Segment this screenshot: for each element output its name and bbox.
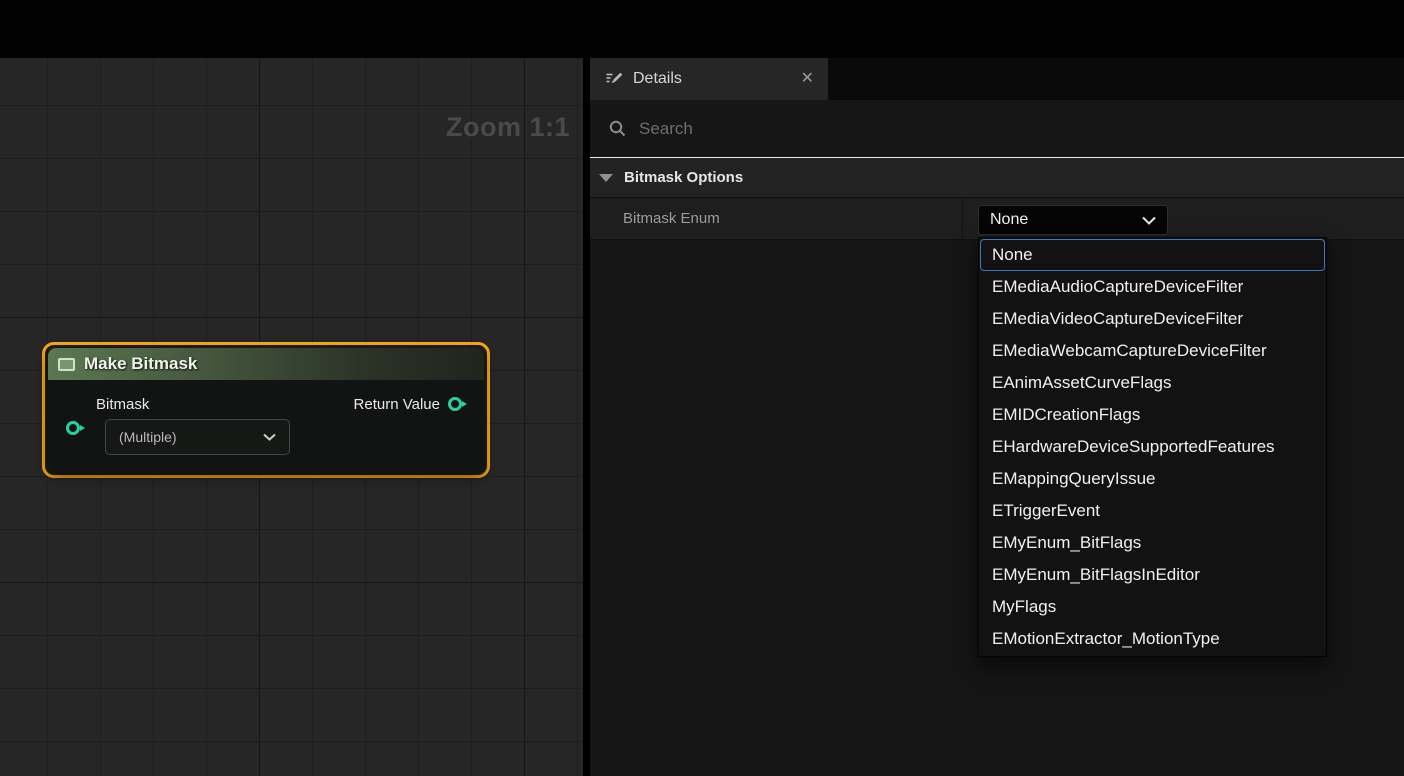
dropdown-option[interactable]: EMediaWebcamCaptureDeviceFilter bbox=[980, 335, 1325, 367]
tab-strip: Details ✕ bbox=[590, 58, 1404, 100]
make-struct-icon bbox=[58, 358, 75, 371]
search-bar[interactable] bbox=[590, 100, 1404, 158]
dropdown-option[interactable]: MyFlags bbox=[980, 591, 1325, 623]
details-panel: Details ✕ Bitmask Options Bitmask Enum N… bbox=[590, 58, 1404, 776]
dropdown-value: (Multiple) bbox=[119, 429, 177, 445]
collapse-arrow-icon[interactable] bbox=[599, 174, 613, 182]
dropdown-option[interactable]: EHardwareDeviceSupportedFeatures bbox=[980, 431, 1325, 463]
zoom-level-label: Zoom 1:1 bbox=[446, 112, 570, 143]
dropdown-option[interactable]: EMediaAudioCaptureDeviceFilter bbox=[980, 271, 1325, 303]
node-frame: Make Bitmask Bitmask (Multiple) Return V… bbox=[48, 348, 484, 472]
chevron-down-icon bbox=[263, 433, 276, 441]
panel-divider[interactable] bbox=[583, 58, 590, 776]
dropdown-option[interactable]: EMotionExtractor_MotionType bbox=[980, 623, 1325, 655]
tab-details[interactable]: Details ✕ bbox=[590, 58, 828, 100]
details-tab-icon bbox=[604, 70, 622, 88]
close-icon[interactable]: ✕ bbox=[801, 71, 814, 87]
top-toolbar bbox=[0, 0, 1404, 58]
dropdown-option[interactable]: EMIDCreationFlags bbox=[980, 399, 1325, 431]
section-bitmask-options[interactable]: Bitmask Options bbox=[590, 158, 1404, 198]
dropdown-option[interactable]: EMediaVideoCaptureDeviceFilter bbox=[980, 303, 1325, 335]
dropdown-option[interactable]: EMappingQueryIssue bbox=[980, 463, 1325, 495]
property-row-bitmask-enum: Bitmask Enum None bbox=[590, 198, 1404, 240]
bitmask-default-value-dropdown[interactable]: (Multiple) bbox=[105, 419, 290, 455]
blueprint-graph-canvas[interactable]: Zoom 1:1 Make Bitmask Bitmask (Multiple)… bbox=[0, 58, 583, 776]
column-divider[interactable] bbox=[962, 198, 963, 240]
node-title: Make Bitmask bbox=[84, 354, 197, 374]
bitmask-enum-dropdown[interactable]: None bbox=[978, 205, 1168, 235]
output-pin-label: Return Value bbox=[354, 396, 440, 413]
dropdown-option[interactable]: ETriggerEvent bbox=[980, 495, 1325, 527]
unreal-editor-window: Zoom 1:1 Make Bitmask Bitmask (Multiple)… bbox=[0, 0, 1404, 776]
make-bitmask-node[interactable]: Make Bitmask Bitmask (Multiple) Return V… bbox=[42, 342, 490, 478]
enum-dropdown-popup: None EMediaAudioCaptureDeviceFilter EMed… bbox=[978, 237, 1327, 657]
dropdown-option[interactable]: EAnimAssetCurveFlags bbox=[980, 367, 1325, 399]
return-value-output-pin[interactable] bbox=[448, 397, 462, 411]
node-header: Make Bitmask bbox=[48, 348, 484, 380]
bitmask-input-pin[interactable] bbox=[66, 421, 80, 435]
dropdown-option[interactable]: EMyEnum_BitFlags bbox=[980, 527, 1325, 559]
chevron-down-icon bbox=[1142, 216, 1156, 225]
section-title: Bitmask Options bbox=[624, 169, 743, 186]
tab-title: Details bbox=[633, 70, 682, 88]
bitmask-enum-value: None bbox=[990, 211, 1028, 229]
search-icon bbox=[608, 119, 627, 138]
input-pin-label: Bitmask bbox=[96, 396, 149, 413]
dropdown-option[interactable]: None bbox=[980, 239, 1325, 271]
search-input[interactable] bbox=[639, 119, 1386, 139]
property-label: Bitmask Enum bbox=[623, 210, 720, 227]
node-body: Bitmask (Multiple) Return Value bbox=[48, 380, 484, 472]
dropdown-option[interactable]: EMyEnum_BitFlagsInEditor bbox=[980, 559, 1325, 591]
